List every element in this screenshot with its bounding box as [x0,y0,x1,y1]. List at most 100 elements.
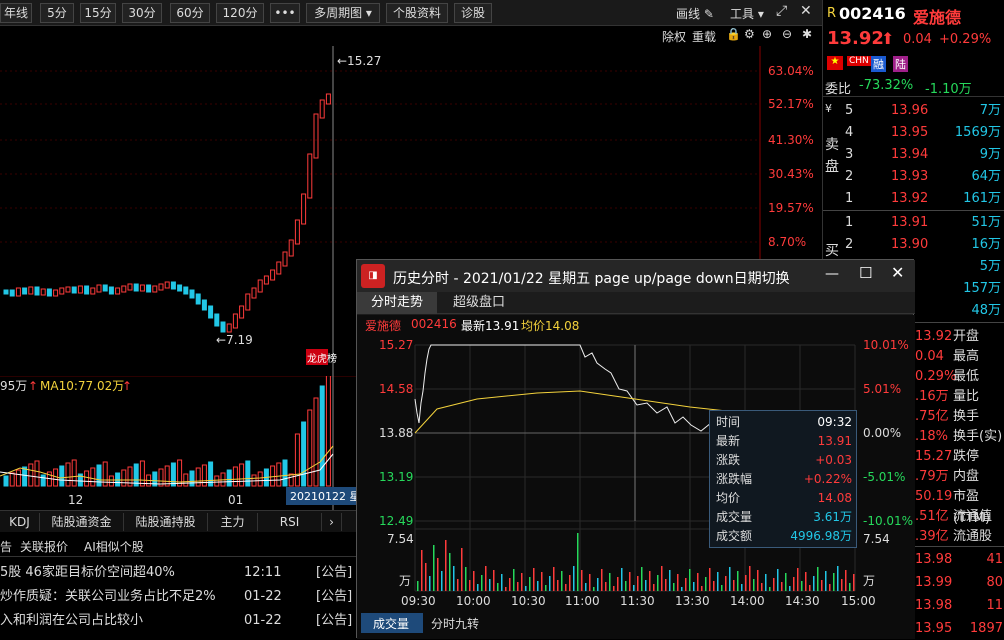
period-60min-button[interactable]: 60分 [170,3,210,23]
zoom-out-icon[interactable]: ⊖ [782,27,792,41]
date-tag: 20210122 星 [290,490,361,503]
intraday-volume-bar [525,586,527,591]
volume-bar [108,475,114,487]
sell-row[interactable]: 5 13.96 7万 [823,100,1004,122]
stock-info-button[interactable]: 个股资料 [386,3,448,23]
level: 3 [845,147,854,162]
reload-button[interactable]: 重载 [692,28,716,45]
period-toolbar: 年线 5分 15分 30分 60分 120分 ••• 多周期图 ▾ 个股资料 诊… [0,0,822,26]
tab-hk-holding[interactable]: 陆股通持股 [124,513,208,531]
tools-label: 工具 [730,7,755,21]
time-tick: 10:30 [511,594,546,608]
intraday-chart-area[interactable]: 爱施德 002416 最新13.91 均价14.08 15.27 14.58 1… [357,315,915,639]
info-amount: 4996.98万 [790,529,852,543]
period-15min-button[interactable]: 15分 [80,3,116,23]
tools-button[interactable]: 工具 ▾ [730,5,764,22]
tab-hk-fund[interactable]: 陆股通资金 [40,513,124,531]
candle [46,288,52,297]
news-row[interactable]: 入和利润在公司占比较小 01-22 [公告] [0,609,356,633]
dropdown-arrow-icon: ▾ [365,6,372,20]
intraday-volume-bar [429,576,431,591]
sell-row[interactable]: 1 13.92 161万 [823,188,1004,210]
multi-period-button[interactable]: 多周期图 ▾ [306,3,380,23]
dialog-titlebar[interactable]: ◨ 历史分时 - 2021/01/22 星期五 page up/page dow… [357,260,915,292]
tab-intraday-nine[interactable]: 分时九转 [431,616,479,631]
tab-rsi[interactable]: RSI [258,513,322,531]
tick-price: 13.99 [915,575,953,590]
tab-main-force[interactable]: 主力 [208,513,258,531]
intraday-volume-bar [649,571,651,591]
fuquan-button[interactable]: 除权 [662,28,686,45]
volume-bar [3,475,9,487]
chn-badge[interactable]: CHN [847,56,871,66]
sell-row[interactable]: 2 13.93 64万 [823,166,1004,188]
info-change-pct: +0.22% [803,472,852,486]
chevron-right-icon[interactable]: › [322,513,342,531]
info-label: 均价 [716,491,741,505]
intraday-volume-bar [553,567,555,591]
tab-related-quotes[interactable]: 关联报价 [20,538,68,555]
tab-announcement[interactable]: 告 [0,538,12,555]
intraday-volume-bar [629,572,631,591]
intraday-volume-bar [717,572,719,591]
volume-bar [226,469,232,487]
margin-badge[interactable]: 融 [871,56,886,72]
volume: 5万 [979,259,1001,274]
diagnose-button[interactable]: 诊股 [454,3,492,23]
news-row[interactable]: 5股 46家距目标价空间超40% 12:11 [公告] [0,561,356,585]
intraday-volume-bar [661,566,663,591]
stat-label: 内盘 [953,469,980,484]
intraday-volume-bar [549,576,551,591]
settings-circle-icon[interactable]: ⚙ [744,27,755,41]
sell-row[interactable]: 4 13.95 1569万 [823,122,1004,144]
period-120min-button[interactable]: 120分 [216,3,264,23]
hk-connect-badge[interactable]: 陆 [893,56,908,72]
intraday-volume-bar [565,584,567,591]
tick-volume: 41 [986,552,1003,567]
price-tick: 14.58 [379,382,413,396]
period-year-button[interactable]: 年线 [0,3,32,23]
weibi-label: 委比 [825,82,852,97]
level: 1 [845,191,854,206]
crosshair-info-box: 时间 09:32 最新 13.91 涨跌 +0.03 涨跌幅 +0.22% 均价 14.0… [709,410,857,548]
stat-value: 0.04 [915,349,944,364]
minimize-icon[interactable]: — [825,266,839,282]
volume-bar [40,474,46,487]
tab-kdj[interactable]: KDJ [0,513,40,531]
lock-icon[interactable]: 🔒 [726,27,741,41]
vol-unit: 万 [863,574,875,588]
price: 13.91 [891,215,929,230]
fullscreen-icon[interactable]: ⤢ [776,3,787,19]
volume: 9万 [979,147,1001,162]
volume-bar [282,459,288,487]
dragon-tiger-badge[interactable]: 龙虎榜 [307,352,337,365]
candle [127,283,133,291]
volume: 64万 [971,169,1001,184]
zoom-in-icon[interactable]: ⊕ [762,27,772,41]
close-x-icon[interactable]: ✕ [800,3,812,19]
period-30min-button[interactable]: 30分 [122,3,162,23]
more-button[interactable]: ••• [270,3,300,23]
buy-row[interactable]: 2 13.90 16万 [823,234,1004,256]
intraday-volume-bar [837,566,839,591]
intraday-volume-bar [833,573,835,591]
period-5min-button[interactable]: 5分 [40,3,74,23]
tab-intraday-trend[interactable]: 分时走势 [357,292,437,314]
sell-row[interactable]: 3 13.94 9万 [823,144,1004,166]
weibi-vol: -1.10万 [925,82,972,97]
china-flag-icon: ★ [827,56,843,70]
buy-row[interactable]: 1 13.91 51万 [823,212,1004,234]
maximize-icon[interactable]: ☐ [859,264,872,282]
tab-ai-similar[interactable]: AI相似个股 [84,538,144,555]
close-icon[interactable]: ✕ [891,263,904,282]
tab-super-panel[interactable]: 超级盘口 [439,292,519,314]
candle [232,313,238,329]
intraday-volume-bar [725,576,727,591]
intraday-volume-bar [417,581,419,591]
tab-volume[interactable]: 成交量 [373,616,409,631]
news-row[interactable]: 炒作质疑：关联公司业务占比不足2% 01-22 [公告] [0,585,356,609]
ma10-label: MA10:77.02万 [40,379,124,393]
volume-bar [239,463,245,487]
draw-line-button[interactable]: 画线 ✎ [676,5,714,22]
gear-icon[interactable]: ✱ [802,27,812,41]
